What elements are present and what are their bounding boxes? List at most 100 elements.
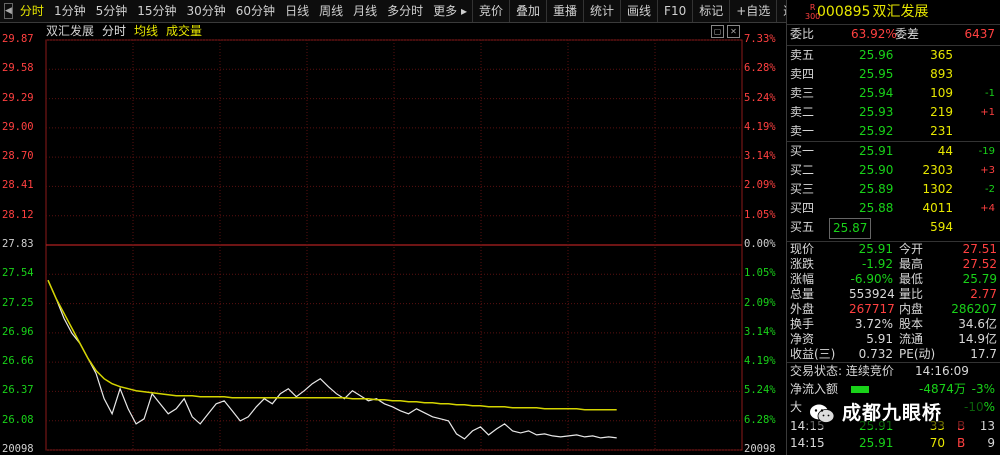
stat-label: 现价: [790, 242, 815, 256]
right-axis-tick: 2.09%: [744, 296, 776, 309]
bid-volume: 4011: [922, 201, 953, 215]
stat-label: 内盘: [899, 302, 924, 316]
right-axis-tick: 6.28%: [744, 413, 776, 426]
ask-row[interactable]: 卖三 25.94 109 -1: [787, 84, 1000, 103]
ask-volume: 219: [930, 105, 953, 119]
stat-value: 2.77: [970, 287, 997, 301]
ask-row[interactable]: 卖五 25.96 365: [787, 46, 1000, 65]
ask-price: 25.94: [859, 86, 894, 100]
stat-label: 涨跌: [790, 257, 815, 271]
stat-label: 最高: [899, 257, 924, 271]
tick-count: 9: [987, 436, 995, 450]
bid-change: +3: [980, 165, 995, 176]
bid-price: 25.89: [859, 182, 894, 196]
ask-volume: 893: [930, 67, 953, 81]
stat-label: 流通: [899, 332, 924, 346]
stat-row: 收益(三) 0.732 PE(动) 17.7: [787, 347, 1000, 362]
netflow-bar: [851, 386, 869, 393]
bid-price: 25.90: [859, 163, 894, 177]
netflow-row: 净流入额 -4874万 -3%: [787, 380, 1000, 399]
tick-volume: 70: [929, 436, 945, 450]
stat-row: 净资 5.91 流通 14.9亿: [787, 332, 1000, 347]
right-axis-tick: 1.05%: [744, 208, 776, 221]
ask-volume: 365: [930, 48, 953, 62]
stat-value: -1.92: [861, 257, 893, 271]
ask-level-label: 卖三: [790, 86, 815, 100]
bid-price: 25.88: [859, 201, 894, 215]
left-axis-tick: 27.25: [2, 296, 34, 309]
bid-change: -2: [985, 184, 995, 195]
right-axis-tick: 6.28%: [744, 62, 776, 75]
stat-label: 收益(三): [790, 347, 836, 361]
bid-volume: 594: [930, 220, 953, 234]
netflow-value: -4874万: [919, 382, 966, 396]
trade-status: 交易状态: 连续竞价: [790, 364, 894, 378]
ask-price: 25.95: [859, 67, 894, 81]
left-axis-tick: 26.37: [2, 384, 34, 397]
right-axis-tick: 0.00%: [744, 238, 776, 250]
tick-price: 25.91: [859, 436, 894, 450]
ask-row[interactable]: 卖二 25.93 219 +1: [787, 103, 1000, 122]
stat-row: 换手 3.72% 股本 34.6亿: [787, 317, 1000, 332]
right-axis-tick: 7.33%: [744, 33, 776, 45]
stat-label: 净资: [790, 332, 815, 346]
left-axis-tick: 26.96: [2, 325, 34, 338]
ask-volume: 231: [930, 124, 953, 138]
stat-value: 286207: [951, 302, 997, 316]
stat-value: 17.7: [970, 347, 997, 361]
stat-label: PE(动): [899, 347, 936, 361]
bid-row[interactable]: 买一 25.91 44 -19: [787, 142, 1000, 161]
stock-code: 000895: [817, 4, 871, 20]
weicha-value: 6437: [964, 27, 995, 41]
bid-volume: 2303: [922, 163, 953, 177]
intraday-chart[interactable]: [0, 0, 786, 455]
stat-row: 现价 25.91 今开 27.51: [787, 242, 1000, 257]
right-axis-tick: 20098: [744, 443, 776, 455]
left-axis-tick: 29.87: [2, 33, 34, 45]
left-axis-tick: 28.41: [2, 179, 34, 192]
stat-label: 涨幅: [790, 272, 815, 286]
bid-level-label: 买三: [790, 182, 815, 196]
right-axis-tick: 5.24%: [744, 91, 776, 104]
stat-label: 最低: [899, 272, 924, 286]
stat-value: -6.90%: [850, 272, 893, 286]
stat-value: 3.72%: [854, 317, 893, 331]
tick-direction: B: [957, 436, 966, 450]
weicha-label: 委差: [895, 27, 920, 41]
bid-row[interactable]: 买四 25.88 4011 +4: [787, 199, 1000, 218]
big-order-label: 大: [790, 400, 803, 414]
quote-title: R 300 000895 双汇发展: [787, 0, 1000, 25]
stat-row: 外盘 267717 内盘 286207: [787, 302, 1000, 317]
weibi-label: 委比: [790, 27, 815, 41]
stat-value: 27.52: [962, 257, 997, 271]
stat-value: 0.732: [858, 347, 893, 361]
right-axis-tick: 4.19%: [744, 120, 776, 133]
ask-change: +1: [980, 107, 995, 118]
trade-status-row: 交易状态: 连续竞价 14:16:09: [787, 362, 1000, 381]
weibi-value: 63.92%: [851, 27, 897, 41]
right-axis-tick: 3.14%: [744, 150, 776, 163]
tick-row: 14:15 25.91 70 B 9: [787, 435, 1000, 452]
ask-price: 25.96: [859, 48, 894, 62]
bid-row[interactable]: 买二 25.90 2303 +3: [787, 161, 1000, 180]
right-axis-tick: 1.05%: [744, 267, 776, 280]
weibi-row: 委比 63.92% 委差 6437: [787, 25, 1000, 44]
ask-row[interactable]: 卖一 25.92 231: [787, 122, 1000, 141]
stat-value: 34.6亿: [958, 317, 997, 331]
left-axis-tick: 26.08: [2, 413, 34, 426]
left-axis-tick: 26.66: [2, 355, 34, 368]
ask-price: 25.93: [859, 105, 894, 119]
bid-row[interactable]: 买五 25.87 594: [787, 218, 1000, 239]
bid-level-label: 买四: [790, 201, 815, 215]
left-axis-tick: 20098: [2, 443, 34, 455]
ask-price: 25.92: [859, 124, 894, 138]
bid-row[interactable]: 买三 25.89 1302 -2: [787, 180, 1000, 199]
netflow-pct: -3%: [971, 382, 995, 396]
bid-change: +4: [980, 203, 995, 214]
ask-row[interactable]: 卖四 25.95 893: [787, 65, 1000, 84]
stat-value: 27.51: [962, 242, 997, 256]
bid-level-label: 买五: [790, 220, 815, 234]
ask-volume: 109: [930, 86, 953, 100]
stat-label: 股本: [899, 317, 924, 331]
left-axis-tick: 28.70: [2, 150, 34, 163]
